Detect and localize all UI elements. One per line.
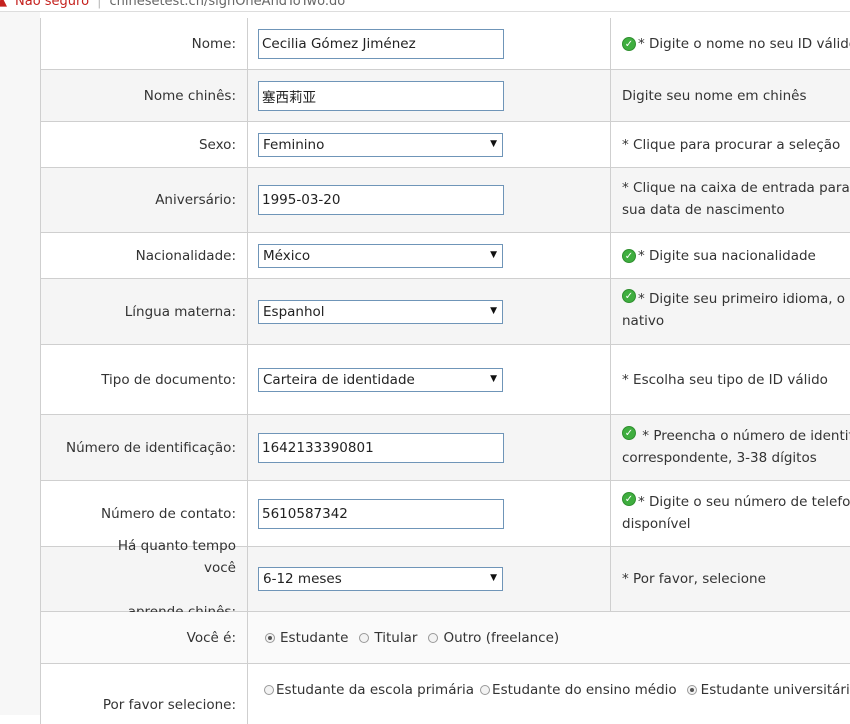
you-are-option-holder[interactable]: Titular xyxy=(359,630,417,646)
you-are-label: Você é: xyxy=(41,612,248,663)
caret-down-icon: ▼ xyxy=(490,573,497,583)
please-select-radio-group: Estudante da escola primária Estudante d… xyxy=(264,682,850,698)
form-row-native-language: Língua materna: Espanhol ▼ ✓ * Digite seu … xyxy=(40,279,850,345)
id-number-input[interactable]: 1642133390801 xyxy=(258,432,504,463)
contact-number-hint-line1: * Digite o seu número de telefone xyxy=(638,494,850,510)
form-row-chinese-name: Nome chinês: 塞西莉亚 Digite seu nome em chi… xyxy=(40,70,850,122)
id-number-hint-line1: * Preencha o número de identifica xyxy=(638,428,850,444)
browser-address-bar[interactable]: ▲ Não seguro | chinesetest.cn/signOneAnd… xyxy=(0,0,850,12)
radio-selected-icon[interactable] xyxy=(265,632,275,643)
nationality-selected-value: México xyxy=(263,247,311,264)
contact-number-hint-line2: disponível xyxy=(622,516,691,532)
check-circle-icon: ✓ xyxy=(622,492,636,506)
radio-icon[interactable] xyxy=(264,685,274,695)
check-circle-icon: ✓ xyxy=(622,249,636,263)
name-hint: * Digite o nome no seu ID válido xyxy=(638,35,850,52)
native-language-selected-value: Espanhol xyxy=(263,303,325,320)
security-label[interactable]: Não seguro xyxy=(15,0,89,9)
you-are-option-student[interactable]: Estudante xyxy=(265,630,348,646)
native-language-hint-line1: * Digite seu primeiro idioma, o idic xyxy=(638,291,850,307)
radio-icon[interactable] xyxy=(359,632,370,643)
please-select-label: Por favor selecione: xyxy=(41,664,248,724)
form-row-document-type: Tipo de documento: Carteira de identidad… xyxy=(40,345,850,415)
nationality-label: Nacionalidade: xyxy=(41,233,248,278)
address-separator: | xyxy=(97,0,102,9)
document-type-hint: * Escolha seu tipo de ID válido xyxy=(622,371,828,388)
chinese-name-hint: Digite seu nome em chinês xyxy=(622,87,807,104)
caret-down-icon: ▼ xyxy=(490,373,497,384)
nationality-select[interactable]: México ▼ xyxy=(258,243,503,268)
left-margin xyxy=(0,12,40,715)
warning-triangle-icon: ▲ xyxy=(0,0,7,9)
caret-down-icon: ▼ xyxy=(490,138,497,149)
sex-select[interactable]: Feminino ▼ xyxy=(258,132,503,157)
option-primary-school-student[interactable]: Estudante da escola primária xyxy=(264,682,474,698)
option-high-school-student[interactable]: Estudante do ensino médio xyxy=(480,682,677,698)
sex-label: Sexo: xyxy=(41,122,248,167)
chinese-name-label: Nome chinês: xyxy=(41,70,248,121)
name-input[interactable]: Cecilia Gómez Jiménez xyxy=(258,28,504,59)
study-time-label-line1: Há quanto tempo você xyxy=(117,538,236,576)
study-time-selected-value: 6-12 meses xyxy=(263,571,342,587)
birthday-label: Aniversário: xyxy=(41,168,248,232)
chinese-name-input[interactable]: 塞西莉亚 xyxy=(258,80,504,111)
caret-down-icon: ▼ xyxy=(490,249,497,260)
form-row-sex: Sexo: Feminino ▼ * Clique para procurar a… xyxy=(40,122,850,168)
radio-icon[interactable] xyxy=(480,685,491,695)
radio-selected-icon[interactable] xyxy=(686,685,697,695)
id-number-label: Número de identificação: xyxy=(41,415,248,480)
native-language-select[interactable]: Espanhol ▼ xyxy=(258,299,503,324)
study-time-label: Há quanto tempo vocêaprende chinês: xyxy=(41,538,248,620)
native-language-hint-line2: nativo xyxy=(622,313,665,329)
document-type-selected-value: Carteira de identidade xyxy=(263,371,415,388)
option-university-student[interactable]: Estudante universitário xyxy=(686,682,850,698)
form-row-nationality: Nacionalidade: México ▼ ✓ * Digite sua nac… xyxy=(40,233,850,279)
form-row-name: Nome: Cecilia Gómez Jiménez ✓ * Digite o … xyxy=(40,18,850,70)
study-time-hint: * Por favor, selecione xyxy=(622,571,766,587)
form-row-you-are: Você é: Estudante Titular Outro (freelan… xyxy=(40,612,850,664)
check-circle-icon: ✓ xyxy=(622,37,636,51)
form-row-birthday: Aniversário: 1995-03-20 * Clique na caix… xyxy=(40,168,850,233)
check-circle-icon: ✓ xyxy=(622,289,636,303)
birthday-hint-line1: * Clique na caixa de entrada para ins xyxy=(622,180,850,196)
native-language-label: Língua materna: xyxy=(41,279,248,344)
url-text[interactable]: chinesetest.cn/signOneAndToTwo.do xyxy=(109,0,345,9)
nationality-hint: * Digite sua nacionalidade xyxy=(638,247,816,264)
study-time-select[interactable]: 6-12 meses ▼ xyxy=(258,567,503,591)
id-number-hint-line2: correspondente, 3-38 dígitos xyxy=(622,450,817,466)
document-type-label: Tipo de documento: xyxy=(41,345,248,414)
sex-selected-value: Feminino xyxy=(263,136,325,153)
you-are-radio-group: Estudante Titular Outro (freelance) xyxy=(265,630,570,646)
form-row-please-select: Por favor selecione: Estudante da escola… xyxy=(40,664,850,724)
name-label: Nome: xyxy=(41,18,248,69)
you-are-option-other[interactable]: Outro (freelance) xyxy=(428,630,559,646)
birthday-input[interactable]: 1995-03-20 xyxy=(258,185,504,215)
contact-number-input[interactable]: 5610587342 xyxy=(258,498,504,529)
sex-hint: * Clique para procurar a seleção xyxy=(622,136,841,153)
check-circle-icon: ✓ xyxy=(622,426,636,440)
caret-down-icon: ▼ xyxy=(490,305,497,316)
radio-icon[interactable] xyxy=(428,632,439,643)
form-row-study-time: Há quanto tempo vocêaprende chinês: 6-12… xyxy=(40,538,850,620)
birthday-hint-line2: sua data de nascimento xyxy=(622,202,785,218)
form-row-id-number: Número de identificação: 1642133390801 ✓… xyxy=(40,415,850,481)
document-type-select[interactable]: Carteira de identidade ▼ xyxy=(258,367,503,392)
